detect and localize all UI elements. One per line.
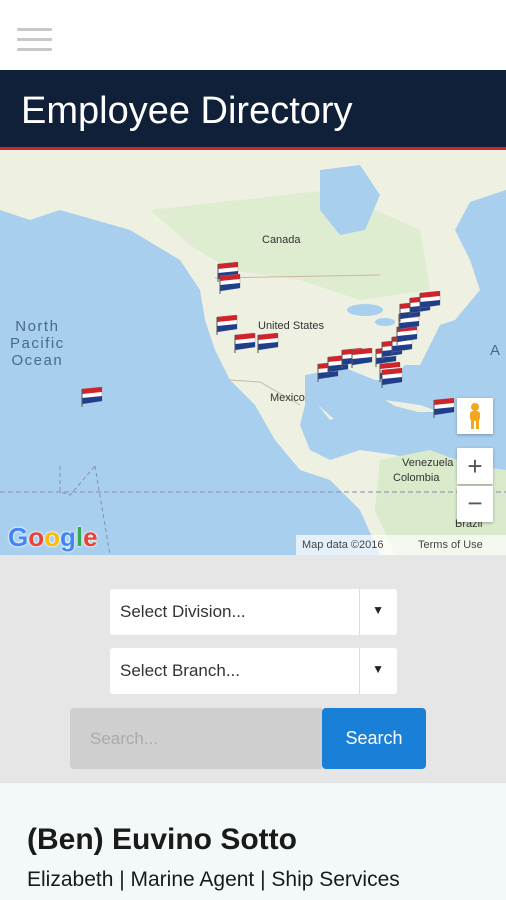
map-label-mexico: Mexico [270, 392, 305, 404]
results-list: (Ben) Euvino Sotto Elizabeth | Marine Ag… [0, 783, 506, 900]
company-flag-marker-icon[interactable] [80, 386, 104, 407]
chevron-down-icon: ▼ [372, 662, 384, 676]
search-input[interactable] [70, 708, 322, 769]
hamburger-menu-icon[interactable] [17, 28, 52, 51]
page-title: Employee Directory [21, 90, 353, 132]
top-bar [0, 0, 506, 70]
division-select-value: Select Division... [120, 602, 246, 621]
company-flag-marker-icon[interactable] [256, 332, 280, 353]
division-select[interactable]: Select Division... ▼ [110, 589, 397, 635]
map-label-atlantic: A [490, 342, 502, 359]
google-logo: Google [8, 522, 98, 552]
map-label-canada: Canada [262, 234, 301, 246]
select-divider [359, 648, 360, 694]
map-label-united-states: United States [258, 320, 325, 332]
company-flag-marker-icon[interactable] [380, 367, 404, 388]
select-divider [359, 589, 360, 635]
terms-of-use-link[interactable]: Terms of Use [418, 535, 483, 555]
branch-select[interactable]: Select Branch... ▼ [110, 648, 397, 694]
map-label-north-pacific-ocean: North Pacific Ocean [10, 318, 65, 369]
map-view[interactable]: Canada United States Mexico Venezuela Co… [0, 150, 506, 555]
filter-panel: Select Division... ▼ Select Branch... ▼ … [0, 555, 506, 783]
zoom-out-button[interactable]: − [457, 486, 493, 522]
company-flag-marker-icon[interactable] [418, 290, 442, 311]
chevron-down-icon: ▼ [372, 603, 384, 617]
company-flag-marker-icon[interactable] [350, 347, 374, 368]
search-button[interactable]: Search [322, 708, 426, 769]
map-label-colombia: Colombia [393, 472, 440, 484]
map-data-credit: Map data ©2016 [302, 539, 384, 551]
map-label-venezuela: Venezuela [402, 457, 454, 469]
employee-detail: Elizabeth | Marine Agent | Ship Services [27, 868, 400, 891]
street-view-pegman-icon[interactable] [457, 398, 493, 434]
company-flag-marker-icon[interactable] [432, 397, 456, 418]
company-flag-marker-icon[interactable] [215, 314, 239, 335]
employee-name: (Ben) Euvino Sotto [27, 823, 297, 856]
map-attribution: Map data ©2016 Terms of Use [296, 535, 506, 555]
title-bar: Employee Directory [0, 70, 506, 150]
company-flag-marker-icon[interactable] [218, 273, 242, 294]
branch-select-value: Select Branch... [120, 661, 241, 680]
company-flag-marker-icon[interactable] [233, 332, 257, 353]
zoom-in-button[interactable]: + [457, 448, 493, 484]
